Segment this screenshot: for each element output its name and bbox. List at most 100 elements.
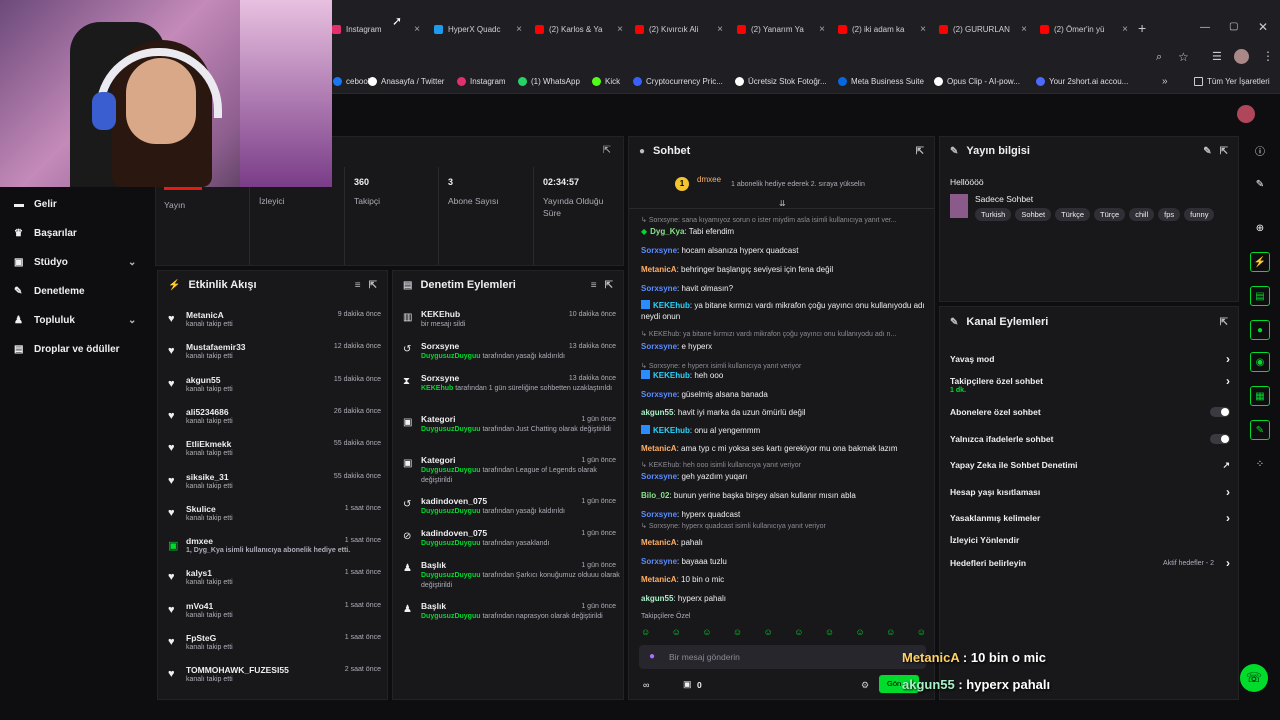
activity-user[interactable]: akgun55 bbox=[186, 375, 221, 385]
activity-row[interactable]: ▣ dmxee 1, Dyg_Kya isimli kullanıcıya abon… bbox=[166, 535, 381, 567]
popout-icon[interactable]: ⇱ bbox=[605, 280, 613, 291]
emote-icon[interactable]: ☺ bbox=[733, 627, 742, 641]
browser-tab[interactable]: (2) Kıvırcık Ali × bbox=[635, 20, 723, 38]
emote-icon[interactable]: ☺ bbox=[825, 627, 834, 641]
broadcast-icon[interactable]: ◉ bbox=[1250, 352, 1270, 372]
menu-icon[interactable]: ⋮ bbox=[1262, 49, 1274, 63]
edit-icon[interactable]: ✎ bbox=[1203, 146, 1211, 157]
filter-icon[interactable]: ≡ bbox=[355, 280, 361, 291]
browser-tab[interactable]: (2) Karlos & Ya × bbox=[535, 20, 623, 38]
chat-icon[interactable]: ● bbox=[1250, 320, 1270, 340]
browser-tab[interactable]: (2) GURURLAN × bbox=[939, 20, 1027, 38]
chat-message[interactable]: akgun55: havit iyi marka da uzun ömürlü … bbox=[641, 407, 926, 418]
user-avatar[interactable] bbox=[1237, 105, 1255, 123]
activity-row[interactable]: ♥ kalys1 kanalı takip etti 1 saat önce bbox=[166, 567, 381, 599]
activity-row[interactable]: ♥ mVo41 kanalı takip etti 1 saat önce bbox=[166, 600, 381, 632]
emote-icon[interactable]: ☺ bbox=[702, 627, 711, 641]
bookmark-item[interactable]: Ücretsiz Stok Fotoğr... bbox=[735, 77, 827, 86]
channel-action-row[interactable]: Hedefleri belirleyin Aktif hedefler - 2 › bbox=[950, 556, 1230, 570]
browser-tab[interactable]: HyperX Quadc × bbox=[434, 20, 522, 38]
chat-message[interactable]: KEKEhub: ya bitane kırmızı vardı mikrafo… bbox=[641, 300, 926, 322]
chat-username[interactable]: Sorxsyne bbox=[641, 390, 677, 399]
chat-username[interactable]: Bilo_02 bbox=[641, 491, 669, 500]
activity-row[interactable]: ♥ EtliEkmekk kanalı takip etti 55 dakika ön… bbox=[166, 438, 381, 470]
chat-message[interactable]: MetanicA: 10 bin o mic bbox=[641, 574, 926, 585]
moderation-target[interactable]: Başlık bbox=[421, 601, 446, 611]
moderation-row[interactable]: ▣ Kategori DuygusuzDuyguu tarafından Just … bbox=[401, 414, 616, 452]
popout-icon[interactable]: ⇱ bbox=[369, 280, 377, 291]
collapse-icon[interactable]: ⇊ bbox=[779, 199, 786, 208]
chevron-right-icon[interactable]: › bbox=[1226, 511, 1230, 525]
bookmark-item[interactable]: Opus Clip - AI-pow... bbox=[934, 77, 1020, 86]
close-tab-icon[interactable]: × bbox=[1122, 24, 1128, 35]
chat-message[interactable]: Sorxsyne: havit olmasın? bbox=[641, 283, 926, 294]
tag-chip[interactable]: Türkçe bbox=[1055, 208, 1091, 221]
moderation-target[interactable]: KEKEhub bbox=[421, 309, 460, 319]
activity-row[interactable]: ♥ TOMMOHAWK_FUZESI55 kanalı takip etti 2 sa… bbox=[166, 664, 381, 696]
activity-row[interactable]: ♥ ali5234686 kanalı takip etti 26 dakika ön… bbox=[166, 406, 381, 438]
popout-icon[interactable]: ⇱ bbox=[1220, 317, 1228, 328]
chat-message[interactable]: Sorxsyne: e hyperx bbox=[641, 341, 926, 352]
moderator-name[interactable]: DuygusuzDuyguu bbox=[421, 572, 481, 579]
close-tab-icon[interactable]: × bbox=[617, 24, 623, 35]
sidebar-item[interactable]: ▣ Stüdyo ⌄ bbox=[14, 257, 136, 268]
chat-username[interactable]: MetanicA bbox=[641, 538, 677, 547]
moderation-target[interactable]: Başlık bbox=[421, 560, 446, 570]
emote-icon[interactable]: ☺ bbox=[672, 627, 681, 641]
info-icon[interactable]: ⓘ bbox=[1250, 140, 1270, 160]
emote-icon[interactable]: ☺ bbox=[794, 627, 803, 641]
chat-username[interactable]: Sorxsyne bbox=[641, 342, 677, 351]
sidebar-item[interactable]: ▬ Gelir bbox=[14, 199, 57, 210]
activity-user[interactable]: FpSteG bbox=[186, 633, 216, 643]
activity-row[interactable]: ♥ Mustafaemir33 kanalı takip etti 12 dakika… bbox=[166, 341, 381, 373]
minimize-icon[interactable]: — bbox=[1200, 22, 1210, 33]
mic-icon[interactable]: ● bbox=[649, 651, 655, 662]
bookmark-item[interactable]: Instagram bbox=[457, 77, 506, 86]
moderation-target[interactable]: Sorxsyne bbox=[421, 341, 459, 351]
channel-action-row[interactable]: Hesap yaşı kısıtlaması › bbox=[950, 485, 1230, 499]
moderator-name[interactable]: DuygusuzDuyguu bbox=[421, 426, 481, 433]
chat-username[interactable]: KEKEhub bbox=[653, 371, 690, 380]
browser-tab[interactable]: (2) Yanarım Ya × bbox=[737, 20, 825, 38]
bookmark-item[interactable]: Meta Business Suite bbox=[838, 77, 924, 86]
activity-user[interactable]: TOMMOHAWK_FUZESI55 bbox=[186, 665, 289, 675]
chat-message[interactable]: Sorxsyne: güselmiş alsana banada bbox=[641, 389, 926, 400]
document-icon[interactable]: ▤ bbox=[1250, 286, 1270, 306]
more-bookmarks-icon[interactable]: » bbox=[1162, 76, 1168, 87]
new-tab-button[interactable]: + bbox=[1138, 20, 1146, 36]
bookmark-item[interactable]: (1) WhatsApp bbox=[518, 77, 580, 86]
chat-username[interactable]: Sorxsyne bbox=[641, 472, 677, 481]
close-tab-icon[interactable]: × bbox=[920, 24, 926, 35]
chat-username[interactable]: Sorxsyne bbox=[641, 557, 677, 566]
chevron-down-icon[interactable]: ⌄ bbox=[128, 257, 136, 268]
tag-chip[interactable]: Turkish bbox=[975, 208, 1012, 221]
toggle-switch[interactable] bbox=[1210, 407, 1230, 417]
chat-username[interactable]: akgun55 bbox=[641, 594, 673, 603]
emote-icon[interactable]: ☺ bbox=[886, 627, 895, 641]
chat-message[interactable]: Sorxsyne: hyperx quadcast bbox=[641, 509, 926, 520]
channel-action-row[interactable]: İzleyici Yönlendir bbox=[950, 535, 1230, 545]
activity-user[interactable]: Skulice bbox=[186, 504, 216, 514]
activity-user[interactable]: mVo41 bbox=[186, 601, 213, 611]
moderation-row[interactable]: ⧗ Sorxsyne KEKEhub tarafından 1 gün süreli… bbox=[401, 373, 616, 411]
tag-chip[interactable]: funny bbox=[1184, 208, 1215, 221]
tag-chip[interactable]: fps bbox=[1158, 208, 1181, 221]
moderation-row[interactable]: ♟ Başlık DuygusuzDuyguu tarafından Şarkıcı… bbox=[401, 560, 620, 598]
chat-message[interactable]: MetanicA: ama typ c mi yoksa ses kartı g… bbox=[641, 443, 926, 454]
filter-icon[interactable]: ≡ bbox=[591, 280, 597, 291]
star-icon[interactable]: ☆ bbox=[1178, 50, 1189, 64]
points-icon[interactable]: ▣ bbox=[683, 679, 692, 690]
moderator-name[interactable]: DuygusuzDuyguu bbox=[421, 540, 481, 547]
activity-row[interactable]: ♥ akgun55 kanalı takip etti 15 dakika önce bbox=[166, 374, 381, 406]
chat-username[interactable]: KEKEhub bbox=[653, 301, 690, 310]
bookmark-item[interactable]: Anasayfa / Twitter bbox=[368, 77, 444, 86]
chevron-down-icon[interactable]: ⌄ bbox=[128, 315, 136, 326]
popout-icon[interactable]: ⇱ bbox=[603, 145, 611, 156]
moderation-target[interactable]: Kategori bbox=[421, 414, 455, 424]
activity-user[interactable]: kalys1 bbox=[186, 568, 212, 578]
chat-username[interactable]: Sorxsyne bbox=[641, 510, 677, 519]
activity-row[interactable]: ♥ siksike_31 kanalı takip etti 55 dakika ön… bbox=[166, 471, 381, 503]
moderation-target[interactable]: kadindoven_075 bbox=[421, 528, 487, 538]
popout-icon[interactable]: ⇱ bbox=[916, 146, 924, 157]
chat-message[interactable]: KEKEhub: onu al yengemmm bbox=[641, 425, 926, 436]
